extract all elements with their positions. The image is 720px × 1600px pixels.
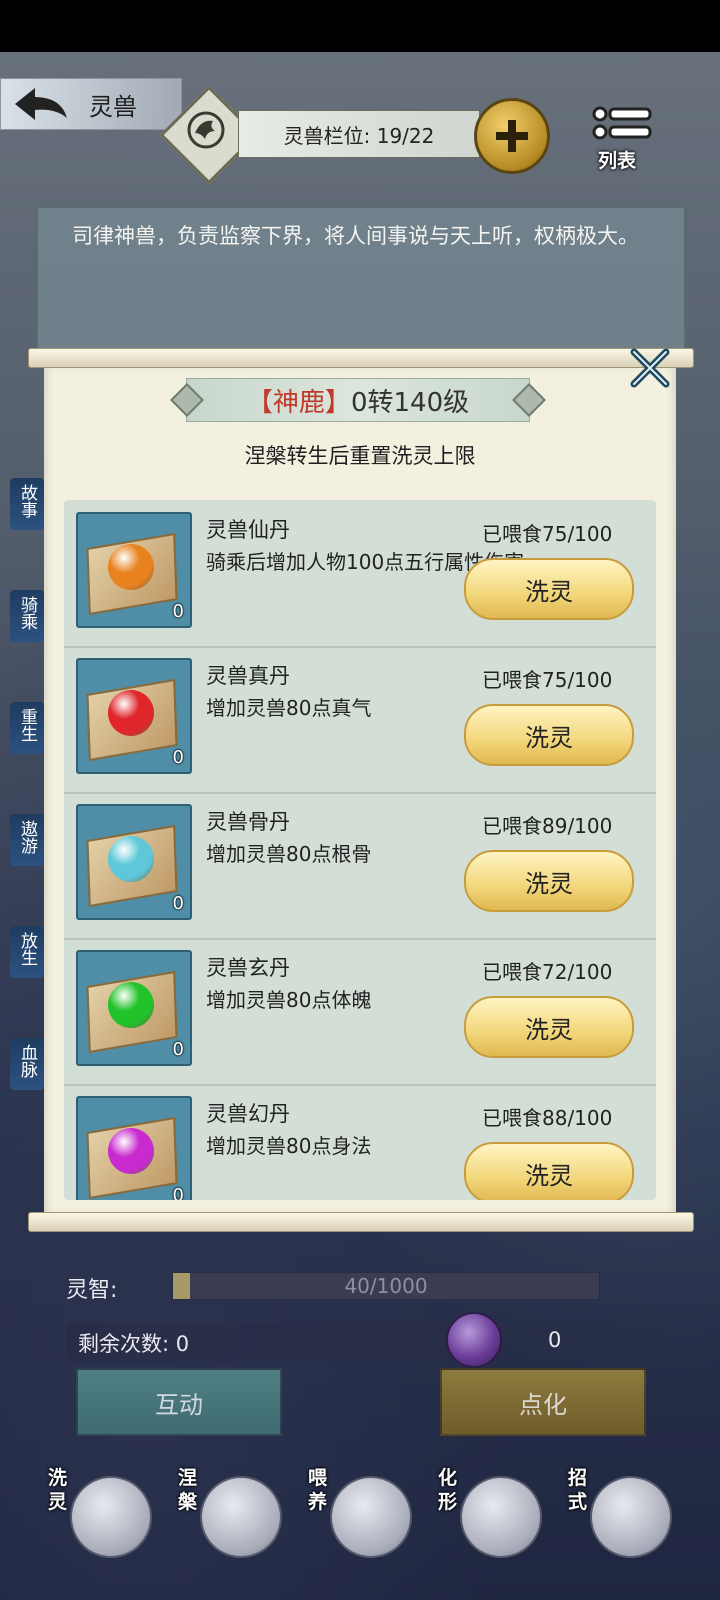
list-button-label[interactable]: 列表 [598, 146, 636, 173]
back-button[interactable]: 灵兽 [0, 78, 182, 130]
close-icon[interactable] [628, 346, 672, 390]
orb-icon [108, 836, 154, 882]
fed-progress: 已喂食75/100 [482, 522, 613, 546]
wash-button[interactable]: 洗灵 [464, 704, 634, 766]
list-item: 0 灵兽玄丹 增加灵兽80点体魄 已喂食72/100 洗灵 [64, 938, 656, 1086]
side-tab-label: 重生 [17, 708, 37, 742]
wash-button[interactable]: 洗灵 [464, 996, 634, 1058]
side-tab-roam[interactable]: 遨游 [10, 814, 44, 866]
bottom-tab-label: 涅槃 [178, 1467, 198, 1513]
side-tab-label: 骑乘 [17, 596, 37, 630]
feed-tab[interactable]: 喂养 [308, 1466, 412, 1566]
pill-box-icon[interactable]: 0 [76, 658, 192, 774]
intelligence-value: 40/1000 [344, 1274, 428, 1298]
status-bar [0, 0, 720, 52]
intelligence-label: 灵智: [66, 1278, 118, 1303]
side-tab-ride[interactable]: 骑乘 [10, 590, 44, 642]
item-count: 0 [172, 893, 184, 914]
orb-icon [108, 1128, 154, 1174]
fed-progress: 已喂食72/100 [482, 960, 613, 984]
orb-icon [108, 544, 154, 590]
plus-icon [496, 120, 528, 152]
page-title: 灵兽 [89, 92, 137, 121]
list-item: 0 灵兽幻丹 增加灵兽80点身法 已喂食88/100 洗灵 [64, 1084, 656, 1200]
item-count: 0 [172, 747, 184, 768]
side-tab-rebirth[interactable]: 重生 [10, 702, 44, 754]
pill-box-icon[interactable]: 0 [76, 950, 192, 1066]
side-tab-label: 故事 [17, 484, 37, 518]
add-slot-button[interactable] [474, 98, 550, 174]
skills-tab[interactable]: 招式 [568, 1466, 672, 1566]
side-tab-story[interactable]: 故事 [10, 478, 44, 530]
item-name: 灵兽真丹 [206, 664, 290, 688]
pet-slot-counter: 灵兽栏位: 19/22 [238, 110, 480, 158]
remaining-count: 剩余次数: 0 [78, 1332, 190, 1356]
title-bracket-close: 】 [324, 387, 351, 418]
intelligence-progress-bar: 40/1000 [172, 1272, 600, 1300]
pet-description-panel: 司律神兽，负责监察下界，将人间事说与天上听，权柄极大。 [36, 206, 686, 360]
side-tab-label: 遨游 [17, 820, 37, 854]
back-arrow-icon [15, 88, 67, 120]
cauldron-icon [70, 1476, 152, 1558]
purple-orb-icon [446, 1312, 502, 1368]
interact-button[interactable]: 互动 [76, 1368, 282, 1436]
list-item: 0 灵兽仙丹 骑乘后增加人物100点五行属性伤害 已喂食75/100 洗灵 [64, 500, 656, 648]
item-count: 0 [172, 1039, 184, 1060]
item-name: 灵兽骨丹 [206, 810, 290, 834]
nirvana-tab[interactable]: 涅槃 [178, 1466, 282, 1566]
scroll-rod-top [28, 348, 694, 368]
meat-icon [330, 1476, 412, 1558]
wash-button[interactable]: 洗灵 [464, 558, 634, 620]
item-name: 灵兽幻丹 [206, 1102, 290, 1126]
side-tab-label: 放生 [17, 932, 37, 966]
fed-progress: 已喂食89/100 [482, 814, 613, 838]
wash-button[interactable]: 洗灵 [464, 1142, 634, 1200]
list-item: 0 灵兽骨丹 增加灵兽80点根骨 已喂食89/100 洗灵 [64, 792, 656, 940]
dragon-figure-icon [460, 1476, 542, 1558]
pill-box-icon[interactable]: 0 [76, 804, 192, 920]
bottom-tab-label: 招式 [568, 1467, 588, 1513]
phoenix-icon [200, 1476, 282, 1558]
list-item: 0 灵兽真丹 增加灵兽80点真气 已喂食75/100 洗灵 [64, 646, 656, 794]
orb-count: 0 [548, 1328, 562, 1352]
dialog-subtitle: 涅槃转生后重置洗灵上限 [244, 444, 476, 468]
pet-name: 神鹿 [272, 387, 325, 418]
side-tab-label: 血脉 [17, 1044, 37, 1078]
enlighten-button[interactable]: 点化 [440, 1368, 646, 1436]
orb-icon [108, 690, 154, 736]
item-count: 0 [172, 601, 184, 622]
pill-box-icon[interactable]: 0 [76, 512, 192, 628]
pet-title-plate: 【神鹿】 0转140级 [170, 378, 546, 422]
fed-progress: 已喂食75/100 [482, 668, 613, 692]
pet-description: 司律神兽，负责监察下界，将人间事说与天上听，权柄极大。 [72, 224, 639, 248]
item-name: 灵兽仙丹 [206, 518, 290, 542]
side-tab-release[interactable]: 放生 [10, 926, 44, 978]
pill-box-icon[interactable]: 0 [76, 1096, 192, 1200]
pet-level: 0转140级 [350, 387, 470, 418]
bottom-tab-label: 喂养 [308, 1467, 328, 1513]
wash-spirit-tab[interactable]: 洗灵 [48, 1466, 152, 1566]
pill-list[interactable]: 0 灵兽仙丹 骑乘后增加人物100点五行属性伤害 已喂食75/100 洗灵 0 … [64, 500, 656, 1200]
scroll-icon [590, 1476, 672, 1558]
side-tab-bloodline[interactable]: 血脉 [10, 1038, 44, 1090]
bottom-tab-label: 洗灵 [48, 1467, 68, 1513]
title-bracket-open: 【 [246, 387, 273, 418]
fed-progress: 已喂食88/100 [482, 1106, 613, 1130]
item-count: 0 [172, 1185, 184, 1200]
bottom-tab-label: 化形 [438, 1467, 458, 1513]
item-name: 灵兽玄丹 [206, 956, 290, 980]
scroll-rod-bottom [28, 1212, 694, 1232]
phoenix-emblem-icon [187, 111, 225, 149]
orb-icon [108, 982, 154, 1028]
transform-tab[interactable]: 化形 [438, 1466, 542, 1566]
wash-button[interactable]: 洗灵 [464, 850, 634, 912]
